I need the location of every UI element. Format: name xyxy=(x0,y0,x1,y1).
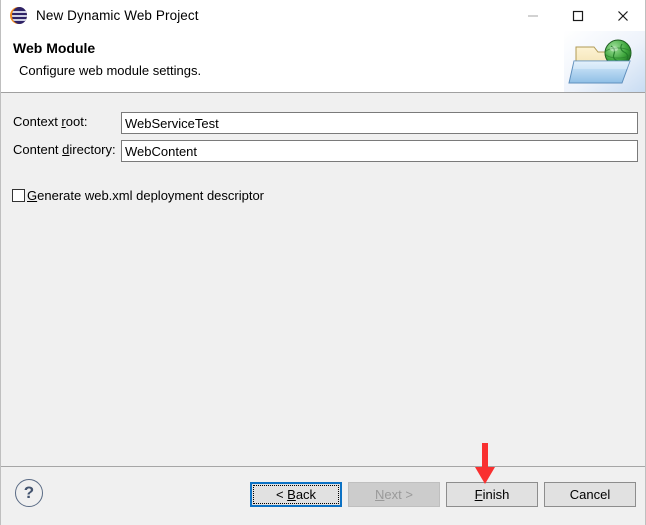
title-bar: New Dynamic Web Project xyxy=(1,0,645,31)
generate-webxml-checkbox[interactable] xyxy=(12,189,25,202)
generate-webxml-row[interactable]: Generate web.xml deployment descriptor xyxy=(12,188,264,203)
back-button[interactable]: < Back xyxy=(250,482,342,507)
dialog-footer: ? < Back Next > Finish Cancel xyxy=(1,466,645,525)
close-icon[interactable] xyxy=(600,0,645,31)
context-root-input[interactable] xyxy=(121,112,638,134)
context-root-row: Context root: xyxy=(1,112,645,134)
maximize-icon[interactable] xyxy=(555,0,600,31)
web-folder-globe-icon xyxy=(564,31,645,92)
help-icon[interactable]: ? xyxy=(15,479,43,507)
content-directory-input[interactable] xyxy=(121,140,638,162)
content-directory-row: Content directory: xyxy=(1,140,645,162)
minimize-icon[interactable] xyxy=(510,0,555,31)
cancel-button[interactable]: Cancel xyxy=(544,482,636,507)
context-root-label: Context root: xyxy=(13,114,88,129)
next-button: Next > xyxy=(348,482,440,507)
page-title: Web Module xyxy=(13,40,96,56)
new-dynamic-web-project-dialog: New Dynamic Web Project Web Module Confi… xyxy=(0,0,646,525)
window-controls xyxy=(510,0,645,31)
wizard-body: Context root: Content directory: Generat… xyxy=(1,93,645,466)
generate-webxml-label: Generate web.xml deployment descriptor xyxy=(27,188,265,203)
button-bar: < Back Next > Finish Cancel xyxy=(244,482,636,507)
finish-button[interactable]: Finish xyxy=(446,482,538,507)
window-title: New Dynamic Web Project xyxy=(36,8,199,23)
page-subtitle: Configure web module settings. xyxy=(19,63,202,78)
content-directory-label: Content directory: xyxy=(13,142,116,157)
eclipse-logo-icon xyxy=(10,7,27,24)
wizard-header: Web Module Configure web module settings… xyxy=(1,31,645,93)
